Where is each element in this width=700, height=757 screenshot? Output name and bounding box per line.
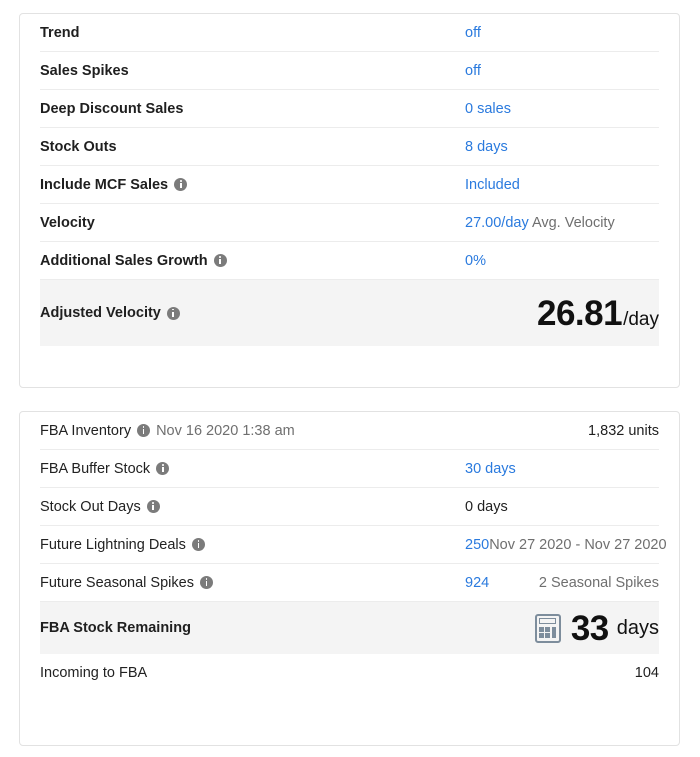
row-future-lightning-deals-label: Future Lightning Deals [40,537,207,553]
row-stock-outs-label: Stock Outs [40,138,117,155]
calculator-key [551,627,557,638]
row-future-lightning-deals: Future Lightning Deals 250Nov 27 2020 - … [40,526,667,564]
row-additional-sales-growth-text: Additional Sales Growth [40,252,208,269]
row-future-seasonal-spikes-value[interactable]: 924 [465,575,489,591]
row-velocity-label: Velocity [40,214,95,231]
row-additional-sales-growth-value[interactable]: 0% [465,253,486,269]
row-fba-inventory-label: FBA Inventory Nov 16 2020 1:38 am [40,423,295,439]
calculator-key [539,633,545,638]
row-stock-out-days-value: 0 days [465,498,508,515]
row-velocity-suffix-text: Avg. Velocity [531,214,615,231]
row-fba-buffer-stock-value[interactable]: 30 days [465,461,516,477]
row-additional-sales-growth-label: Additional Sales Growth [40,253,229,269]
row-future-seasonal-spikes-text: Future Seasonal Spikes [40,574,194,591]
info-icon[interactable] [156,462,170,475]
row-stock-outs-value[interactable]: 8 days [465,139,508,155]
row-deep-discount-sales-label: Deep Discount Sales [40,100,184,117]
row-future-lightning-deals-text: Future Lightning Deals [40,536,186,553]
row-fba-stock-remaining-label: FBA Stock Remaining [40,620,191,636]
row-sales-spikes-label: Sales Spikes [40,62,129,79]
velocity-rows: Trend off Sales Spikes off Deep Discount… [20,14,679,346]
row-deep-discount-sales-value[interactable]: 0 sales [465,101,511,117]
row-trend: Trend off [40,14,659,52]
row-trend-label: Trend [40,24,80,41]
row-adjusted-velocity-label: Adjusted Velocity [40,305,182,321]
row-include-mcf-sales-label: Include MCF Sales [40,177,189,193]
page-root: Trend off Sales Spikes off Deep Discount… [0,0,700,757]
row-sales-spikes-value[interactable]: off [465,63,481,79]
calculator-key [539,627,545,632]
row-include-mcf-sales-value[interactable]: Included [465,177,520,193]
info-icon[interactable] [191,538,205,551]
row-stock-out-days-text: Stock Out Days [40,498,141,515]
row-fba-buffer-stock: FBA Buffer Stock 30 days [40,450,659,488]
row-incoming-to-fba-value: 104 [634,665,659,681]
row-include-mcf-sales: Include MCF Sales Included [40,166,659,204]
adjusted-velocity-value-group: 26.81/day [537,296,659,331]
row-sales-spikes: Sales Spikes off [40,52,659,90]
row-future-seasonal-spikes: Future Seasonal Spikes 924 2 Seasonal Sp… [40,564,659,602]
calculator-key [545,627,551,632]
calculator-icon [534,613,561,643]
row-adjusted-velocity-text: Adjusted Velocity [40,305,161,321]
row-future-seasonal-spikes-note: 2 Seasonal Spikes [538,574,659,591]
fba-stock-remaining-unit: days [616,616,659,639]
row-future-lightning-deals-value[interactable]: 250 [465,537,489,553]
calculator-key [545,633,551,638]
info-icon[interactable] [137,424,151,437]
row-fba-inventory: FBA Inventory Nov 16 2020 1:38 am 1,832 … [40,412,659,450]
row-stock-outs: Stock Outs 8 days [40,128,659,166]
info-icon[interactable] [146,500,160,513]
info-icon[interactable] [199,576,213,589]
info-icon[interactable] [174,178,188,191]
row-velocity-value-group: 27.00/day Avg. Velocity [465,215,615,231]
fba-stock-rows: FBA Inventory Nov 16 2020 1:38 am 1,832 … [20,412,679,692]
fba-stock-card: FBA Inventory Nov 16 2020 1:38 am 1,832 … [19,411,680,746]
row-future-lightning-deals-range: Nov 27 2020 - Nov 27 2020 [489,536,667,553]
info-icon[interactable] [166,306,180,320]
fba-stock-remaining-value-group: 33 days [534,608,659,648]
row-fba-inventory-timestamp: Nov 16 2020 1:38 am [156,422,295,439]
row-future-seasonal-spikes-label: Future Seasonal Spikes [40,575,215,591]
row-additional-sales-growth: Additional Sales Growth 0% [40,242,659,280]
row-fba-inventory-value: 1,832 units [588,422,659,439]
row-incoming-to-fba: Incoming to FBA 104 [40,654,659,692]
adjusted-velocity-number: 26.81 [536,293,623,333]
row-velocity-value[interactable]: 27.00/day [465,215,529,231]
row-trend-value[interactable]: off [465,25,481,41]
row-fba-buffer-stock-text: FBA Buffer Stock [40,460,151,477]
row-incoming-to-fba-label: Incoming to FBA [40,665,148,681]
calculator-keys [539,627,557,638]
fba-stock-remaining-number: 33 [570,608,609,648]
row-fba-buffer-stock-label: FBA Buffer Stock [40,461,171,477]
adjusted-velocity-unit: /day [623,308,659,330]
row-fba-inventory-text: FBA Inventory [40,422,132,439]
row-stock-out-days-label: Stock Out Days [40,499,162,515]
row-include-mcf-sales-text: Include MCF Sales [40,176,169,193]
calculator-screen [539,618,557,624]
info-icon[interactable] [213,254,227,267]
row-future-lightning-deals-value-group: 250Nov 27 2020 - Nov 27 2020 [465,537,667,553]
velocity-card: Trend off Sales Spikes off Deep Discount… [19,13,680,388]
row-velocity: Velocity 27.00/day Avg. Velocity [40,204,659,242]
row-stock-out-days: Stock Out Days 0 days [40,488,659,526]
row-fba-stock-remaining: FBA Stock Remaining 33 days [40,602,659,654]
row-deep-discount-sales: Deep Discount Sales 0 sales [40,90,659,128]
row-adjusted-velocity: Adjusted Velocity 26.81/day [40,280,659,346]
